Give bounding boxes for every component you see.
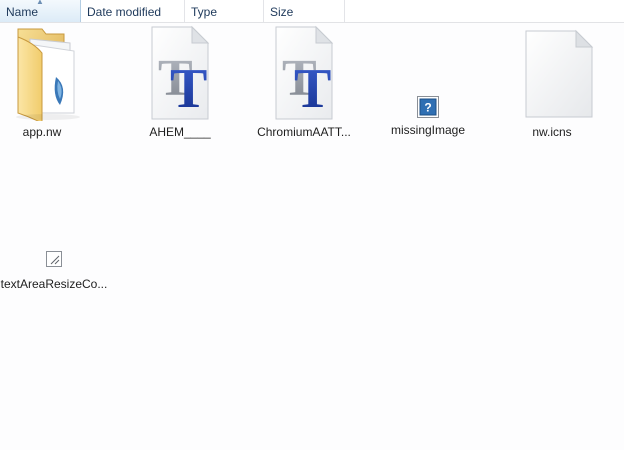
explorer-window: ▲ Name Date modified Type Size app.nw T … [0,0,624,450]
missing-image-icon: ? [416,95,440,119]
truetype-font-icon: T T [256,25,352,121]
column-header-size[interactable]: Size [264,0,345,22]
column-header-name[interactable]: ▲ Name [0,0,81,22]
column-header-type[interactable]: Type [185,0,264,22]
folder-icon [0,25,90,121]
file-item-text-area-resize-corner[interactable]: textAreaResizeCo... [0,249,110,291]
file-item-label: textAreaResizeCo... [0,277,108,291]
column-header-date-modified[interactable]: Date modified [81,0,185,22]
column-header-name-label: Name [6,5,39,19]
file-item-chromium-aatt[interactable]: T T ChromiumAATT... [248,25,360,139]
file-item-ahem[interactable]: T T AHEM____ [124,25,236,139]
column-header-size-label: Size [270,5,294,19]
file-item-app-nw[interactable]: app.nw [0,25,98,139]
file-item-label: app.nw [22,125,62,139]
file-item-label: missingImage [390,123,466,137]
file-item-label: nw.icns [532,125,572,139]
column-header-bar: ▲ Name Date modified Type Size [0,0,624,23]
column-header-date-modified-label: Date modified [87,5,162,19]
column-header-type-label: Type [191,5,218,19]
resize-corner-image-icon [42,249,66,273]
svg-text:?: ? [424,101,431,115]
file-item-missing-image[interactable]: ? missingImage [372,95,484,137]
file-item-nw-icns[interactable]: nw.icns [496,25,608,139]
file-item-label: ChromiumAATT... [257,125,351,139]
svg-text:T: T [170,58,207,120]
blank-file-icon [504,25,600,121]
svg-text:T: T [294,58,331,120]
file-item-label: AHEM____ [149,125,211,139]
truetype-font-icon: T T [132,25,228,121]
sort-ascending-icon: ▲ [36,0,44,6]
